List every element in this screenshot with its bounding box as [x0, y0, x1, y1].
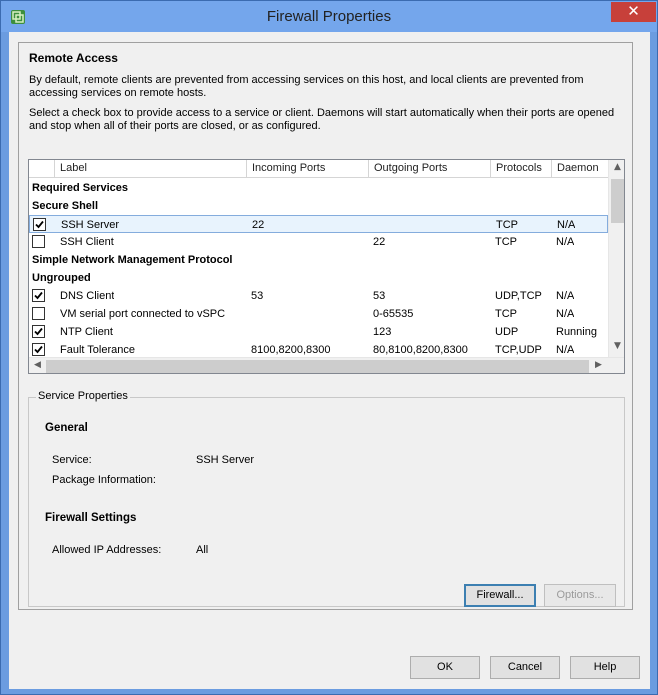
group-row[interactable]: Ungrouped [29, 269, 608, 287]
header-checkbox-column[interactable] [29, 160, 55, 178]
header-label[interactable]: Label [55, 160, 247, 178]
main-panel: Remote Access By default, remote clients… [18, 42, 633, 610]
row-checkbox[interactable] [33, 218, 46, 231]
row-protocols: TCP [495, 308, 517, 320]
header-protocols[interactable]: Protocols [491, 160, 552, 178]
horizontal-scroll-thumb[interactable] [46, 360, 589, 373]
package-information-label: Package Information: [52, 474, 156, 486]
checkmark-icon [34, 327, 43, 336]
services-grid[interactable]: Label Incoming Ports Outgoing Ports Prot… [28, 159, 625, 374]
row-checkbox[interactable] [32, 289, 45, 302]
row-label: DNS Client [60, 290, 115, 302]
checkmark-icon [34, 291, 43, 300]
group-label: Required Services [32, 182, 128, 194]
row-protocols: UDP,TCP [495, 290, 542, 302]
row-checkbox[interactable] [32, 325, 45, 338]
row-outgoing-ports: 0-65535 [373, 308, 414, 320]
group-row[interactable]: Secure Shell [29, 197, 608, 215]
checkmark-icon [34, 345, 43, 354]
service-label: Service: [52, 454, 92, 466]
firewall-button[interactable]: Firewall... [464, 584, 536, 607]
row-label: SSH Client [60, 236, 114, 248]
remote-access-heading: Remote Access [29, 51, 118, 65]
row-outgoing-ports: 123 [373, 326, 392, 338]
checkmark-icon [35, 220, 44, 229]
row-label: SSH Server [61, 219, 120, 231]
scroll-up-icon[interactable]: ▲ [609, 162, 624, 172]
remote-access-instruction: Select a check box to provide access to … [29, 107, 615, 132]
table-row[interactable]: SSH Server 22 TCP N/A [29, 215, 608, 233]
service-value: SSH Server [196, 454, 255, 466]
group-row[interactable]: Simple Network Management Protocol [29, 251, 608, 269]
group-row[interactable]: Required Services [29, 179, 608, 197]
table-row[interactable]: DNS Client 53 53 UDP,TCP N/A [29, 287, 608, 305]
firewall-properties-window: Firewall Properties ✕ Remote Access By d… [0, 0, 658, 695]
close-button[interactable]: ✕ [611, 2, 656, 22]
group-label: Ungrouped [32, 272, 91, 284]
row-outgoing-ports: 22 [373, 236, 386, 248]
vertical-scroll-thumb[interactable] [611, 179, 624, 223]
row-checkbox[interactable] [32, 343, 45, 356]
title-bar[interactable]: Firewall Properties ✕ [1, 1, 657, 32]
row-daemon: N/A [556, 308, 575, 320]
group-label: Secure Shell [32, 200, 99, 212]
grid-header: Label Incoming Ports Outgoing Ports Prot… [29, 160, 608, 178]
scroll-down-icon[interactable]: ▼ [609, 341, 624, 351]
scroll-left-icon[interactable]: ◀ [29, 360, 46, 370]
scroll-right-icon[interactable]: ▶ [590, 360, 607, 370]
service-properties-group: Service Properties General Service: SSH … [28, 390, 625, 607]
row-protocols: TCP [495, 236, 517, 248]
group-label: Simple Network Management Protocol [32, 254, 233, 266]
row-protocols: UDP [495, 326, 519, 338]
row-daemon: Running [556, 326, 597, 338]
vertical-scrollbar[interactable]: ▲ ▼ [608, 160, 624, 357]
header-outgoing-ports[interactable]: Outgoing Ports [369, 160, 491, 178]
dialog-body: Remote Access By default, remote clients… [9, 32, 650, 689]
header-incoming-ports[interactable]: Incoming Ports [247, 160, 369, 178]
cancel-button[interactable]: Cancel [490, 656, 560, 679]
table-row[interactable]: SSH Client 22 TCP N/A [29, 233, 608, 251]
row-outgoing-ports: 53 [373, 290, 386, 302]
table-row[interactable]: VM serial port connected to vSPC 0-65535 T… [29, 305, 608, 323]
row-incoming-ports: 22 [252, 219, 265, 231]
row-incoming-ports: 53 [251, 290, 264, 302]
options-button[interactable]: Options... [544, 584, 616, 607]
remote-access-description: By default, remote clients are prevented… [29, 74, 584, 99]
allowed-ip-label: Allowed IP Addresses: [52, 544, 162, 556]
row-checkbox[interactable] [32, 235, 45, 248]
window-title: Firewall Properties [266, 8, 392, 25]
row-label: VM serial port connected to vSPC [60, 308, 226, 320]
row-daemon: N/A [557, 219, 576, 231]
help-button[interactable]: Help [570, 656, 640, 679]
general-heading: General [45, 422, 88, 434]
row-daemon: N/A [556, 290, 575, 302]
row-daemon: N/A [556, 236, 575, 248]
allowed-ip-value: All [196, 544, 209, 556]
row-checkbox[interactable] [32, 307, 45, 320]
row-protocols: TCP [496, 219, 518, 231]
service-properties-legend: Service Properties [36, 390, 130, 402]
firewall-settings-heading: Firewall Settings [45, 512, 137, 524]
row-label: NTP Client [60, 326, 113, 338]
close-icon: ✕ [627, 2, 640, 20]
table-row[interactable]: NTP Client 123 UDP Running [29, 323, 608, 341]
header-daemon[interactable]: Daemon [552, 160, 608, 178]
ok-button[interactable]: OK [410, 656, 480, 679]
horizontal-scrollbar[interactable]: ◀ ▶ [29, 357, 624, 373]
